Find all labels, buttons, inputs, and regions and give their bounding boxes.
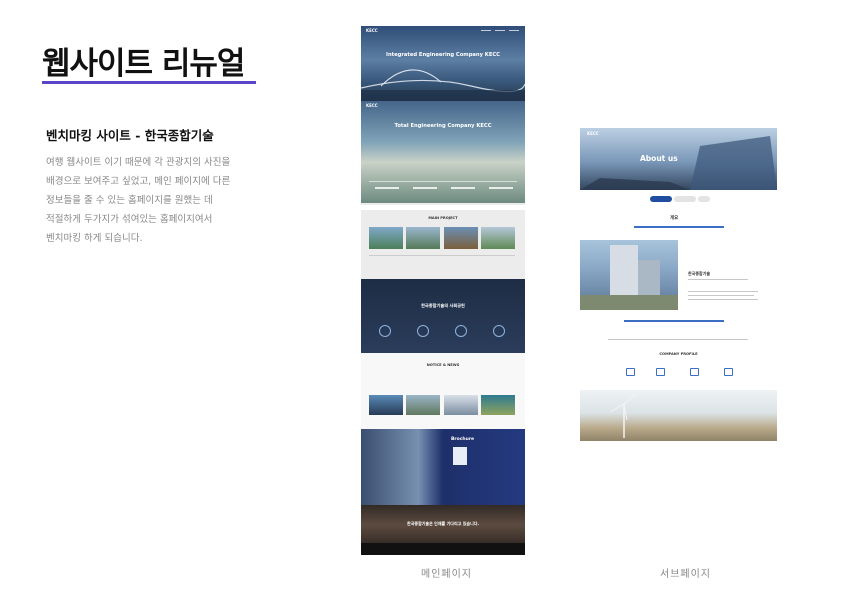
description-line: 벤치마킹 하게 되습니다. (46, 233, 143, 244)
news-card-image (369, 395, 403, 415)
mockup-hero-section: KECC Integrated Engineering Company KECC (361, 26, 525, 101)
sub-page-mockup: KECC About us 개요 한국종합기술 COMPANY PROFILE (580, 128, 777, 441)
project-card-image (406, 227, 440, 249)
sub-building-image (580, 240, 678, 310)
text-line (688, 279, 748, 281)
bridge-graphic (361, 69, 525, 101)
mockup-dark-heading: 한국종합기술의 사회공헌 (421, 303, 465, 308)
description: 여행 웹사이트 이기 때문에 각 관광지의 사진을 배경으로 보여주고 싶었고,… (46, 153, 246, 248)
sub-windmill-image (580, 390, 777, 441)
mockup-link (451, 187, 475, 189)
title-underline (42, 81, 256, 84)
mockup-link (413, 187, 437, 189)
profile-icon (724, 368, 733, 376)
sub-tab (698, 196, 710, 202)
service-icon (455, 325, 467, 337)
mockup-navbar3 (361, 205, 525, 210)
sub-intro-line (634, 226, 724, 228)
service-icon (417, 325, 429, 337)
brochure-thumbnail (453, 447, 467, 465)
profile-icon (690, 368, 699, 376)
sub-tab (650, 196, 672, 202)
project-card-image (369, 227, 403, 249)
service-icon (379, 325, 391, 337)
main-page-caption: 메인페이지 (421, 569, 472, 580)
sub-highlight-line (624, 320, 724, 322)
project-card-image (481, 227, 515, 249)
mockup-logo: KECC (366, 103, 378, 108)
news-card-image (444, 395, 478, 415)
service-icon (493, 325, 505, 337)
sub-page-caption: 서브페이지 (660, 569, 711, 580)
mockup-link (489, 187, 513, 189)
description-line: 적절하게 두가지가 섞여있는 홈페이지여서 (46, 214, 213, 225)
text-line (688, 299, 758, 301)
news-card-image (481, 395, 515, 415)
mockup-recruit-text: 한국종합기술은 인재를 기다리고 있습니다. (407, 521, 479, 526)
mockup-brochure-heading: Brochure (451, 437, 475, 442)
mockup-project-section: MAIN PROJECT (361, 203, 525, 279)
mockup-news-section: NOTICE & NEWS (361, 353, 525, 429)
mockup-link (375, 187, 399, 189)
mockup-divider (369, 181, 517, 182)
mockup-divider (369, 255, 515, 256)
sub-intro-title: 한국종합기술 (688, 271, 711, 276)
tower-graphic (580, 245, 678, 310)
description-line: 정보들을 줄 수 있는 홈페이지를 원했는 데 (46, 195, 213, 206)
building-graphic (580, 136, 777, 190)
project-card-image (444, 227, 478, 249)
news-card-image (406, 395, 440, 415)
sub-hero-section: KECC About us (580, 128, 777, 190)
mockup-navbar2: KECC (361, 103, 525, 109)
profile-heading: COMPANY PROFILE (659, 352, 698, 356)
windmill-graphic (609, 393, 637, 438)
mockup-brochure-section: Brochure (361, 429, 525, 505)
mockup-footer (361, 543, 525, 555)
page-title: 웹사이트 리뉴얼 (42, 46, 245, 82)
mockup-hero2-heading: Total Engineering Company KECC (394, 123, 492, 129)
page-subtitle: 벤치마킹 사이트 - 한국종합기술 (46, 128, 214, 143)
text-line (608, 339, 748, 341)
profile-icon (626, 368, 635, 376)
sub-tab (674, 196, 696, 202)
text-line (688, 295, 754, 297)
main-page-mockup: KECC Integrated Engineering Company KECC… (361, 26, 525, 555)
text-line (688, 291, 758, 293)
description-line: 배경으로 보여주고 싶었고, 메인 페이지에 다른 (46, 176, 231, 187)
mockup-dark-section: 한국종합기술의 사회공헌 (361, 279, 525, 353)
description-line: 여행 웹사이트 이기 때문에 각 관광지의 사진을 (46, 157, 231, 168)
profile-icon (656, 368, 665, 376)
sub-section-heading: 개요 (670, 216, 679, 221)
mockup-hero2-section: KECC Total Engineering Company KECC (361, 101, 525, 203)
mockup-news-heading: NOTICE & NEWS (426, 363, 460, 367)
mockup-project-heading: MAIN PROJECT (428, 216, 458, 220)
